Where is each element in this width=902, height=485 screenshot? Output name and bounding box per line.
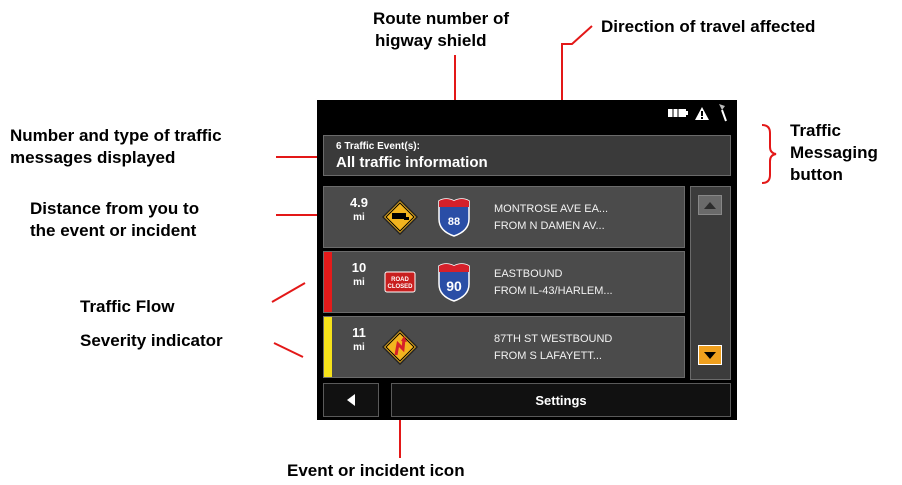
event-description: MONTROSE AVE EA... FROM N DAMEN AV... <box>494 201 608 235</box>
annotation-traffic-messaging-line1: Traffic <box>790 121 842 140</box>
gps-signal-icon <box>719 104 727 122</box>
event-distance: 10 mi <box>336 260 382 290</box>
traffic-messaging-brace <box>761 124 777 184</box>
route-number: 90 <box>446 278 462 294</box>
battery-icon <box>668 109 688 117</box>
event-description-line2: FROM IL-43/HARLEM... <box>494 285 613 297</box>
annotation-traffic-messaging: Traffic Messaging button <box>790 120 878 186</box>
scroll-up-button[interactable] <box>698 195 722 215</box>
severity-indicator <box>324 317 332 377</box>
interstate-shield-icon: 88 <box>438 198 470 237</box>
annotation-route-number: Route number of higway shield <box>373 8 509 52</box>
route-number: 88 <box>448 216 460 228</box>
annotation-distance: Distance from you to the event or incide… <box>30 198 199 242</box>
event-distance: 11 mi <box>336 325 382 355</box>
annotation-direction: Direction of travel affected <box>601 17 816 36</box>
annotation-flow-severity: Traffic Flow Severity indicator <box>80 290 223 358</box>
severity-indicator <box>324 187 332 247</box>
distance-unit: mi <box>353 212 365 223</box>
annotation-route-number-line1: Route number of <box>373 9 509 28</box>
flow-leader-bottom <box>273 342 304 358</box>
traffic-event-count: 6 Traffic Event(s): <box>336 141 420 152</box>
annotation-flow-severity-line2: Severity indicator <box>80 331 223 350</box>
distance-unit: mi <box>353 277 365 288</box>
scroll-down-button[interactable] <box>698 345 722 365</box>
scroll-bar[interactable] <box>690 186 731 380</box>
annotation-event-icon: Event or incident icon <box>287 461 465 480</box>
traffic-merge-sign-icon <box>382 199 418 235</box>
distance-value: 11 <box>352 325 366 340</box>
arrow-down-icon <box>704 351 716 359</box>
device-screen: 6 Traffic Event(s): All traffic informat… <box>317 100 737 420</box>
road-closed-text-line1: ROAD <box>391 277 409 283</box>
traffic-button-title: All traffic information <box>336 154 488 171</box>
annotation-traffic-messaging-line2: Messaging <box>790 143 878 162</box>
event-distance: 4.9 mi <box>336 195 382 225</box>
road-closed-sign-icon: ROAD CLOSED <box>384 271 416 293</box>
annotation-distance-line2: the event or incident <box>30 221 197 240</box>
annotation-number-type-line2: messages displayed <box>10 148 176 167</box>
event-description-line1: MONTROSE AVE EA... <box>494 203 609 215</box>
flow-leader-top <box>271 282 306 303</box>
severity-indicator <box>324 252 332 312</box>
arrow-up-icon <box>704 201 716 209</box>
back-arrow-icon <box>347 394 355 406</box>
traffic-event-row[interactable]: 10 mi ROAD CLOSED 90 EASTBOUND FROM IL-4… <box>323 251 685 313</box>
annotation-traffic-messaging-line3: button <box>790 165 843 184</box>
event-description-line2: FROM N DAMEN AV... <box>494 220 605 232</box>
traffic-event-row[interactable]: 4.9 mi 88 MONTROSE AVE EA... FROM N DAME… <box>323 186 685 248</box>
distance-unit: mi <box>353 342 365 353</box>
warning-icon <box>695 106 709 120</box>
event-description: 87TH ST WESTBOUND FROM S LAFAYETT... <box>494 331 612 365</box>
incident-warning-sign-icon <box>382 329 418 365</box>
distance-value: 4.9 <box>349 195 369 210</box>
road-closed-text-line2: CLOSED <box>387 284 413 290</box>
annotation-number-type: Number and type of traffic messages disp… <box>10 125 222 169</box>
annotation-number-type-line1: Number and type of traffic <box>10 126 222 145</box>
back-button[interactable] <box>323 383 379 417</box>
annotation-route-number-line2: higway shield <box>375 31 487 50</box>
event-description: EASTBOUND FROM IL-43/HARLEM... <box>494 266 613 300</box>
annotation-flow-severity-line1: Traffic Flow <box>80 297 175 316</box>
settings-button[interactable]: Settings <box>391 383 731 417</box>
interstate-shield-icon: 90 <box>438 263 470 302</box>
status-bar <box>667 104 729 122</box>
distance-value: 10 <box>351 260 367 275</box>
traffic-event-row[interactable]: 11 mi 87TH ST WESTBOUND FROM S LAFAYETT.… <box>323 316 685 378</box>
event-description-line1: EASTBOUND <box>494 268 563 280</box>
traffic-messaging-button[interactable]: 6 Traffic Event(s): All traffic informat… <box>323 135 731 176</box>
annotation-distance-line1: Distance from you to <box>30 199 200 218</box>
event-description-line1: 87TH ST WESTBOUND <box>494 333 613 345</box>
event-description-line2: FROM S LAFAYETT... <box>494 350 602 362</box>
